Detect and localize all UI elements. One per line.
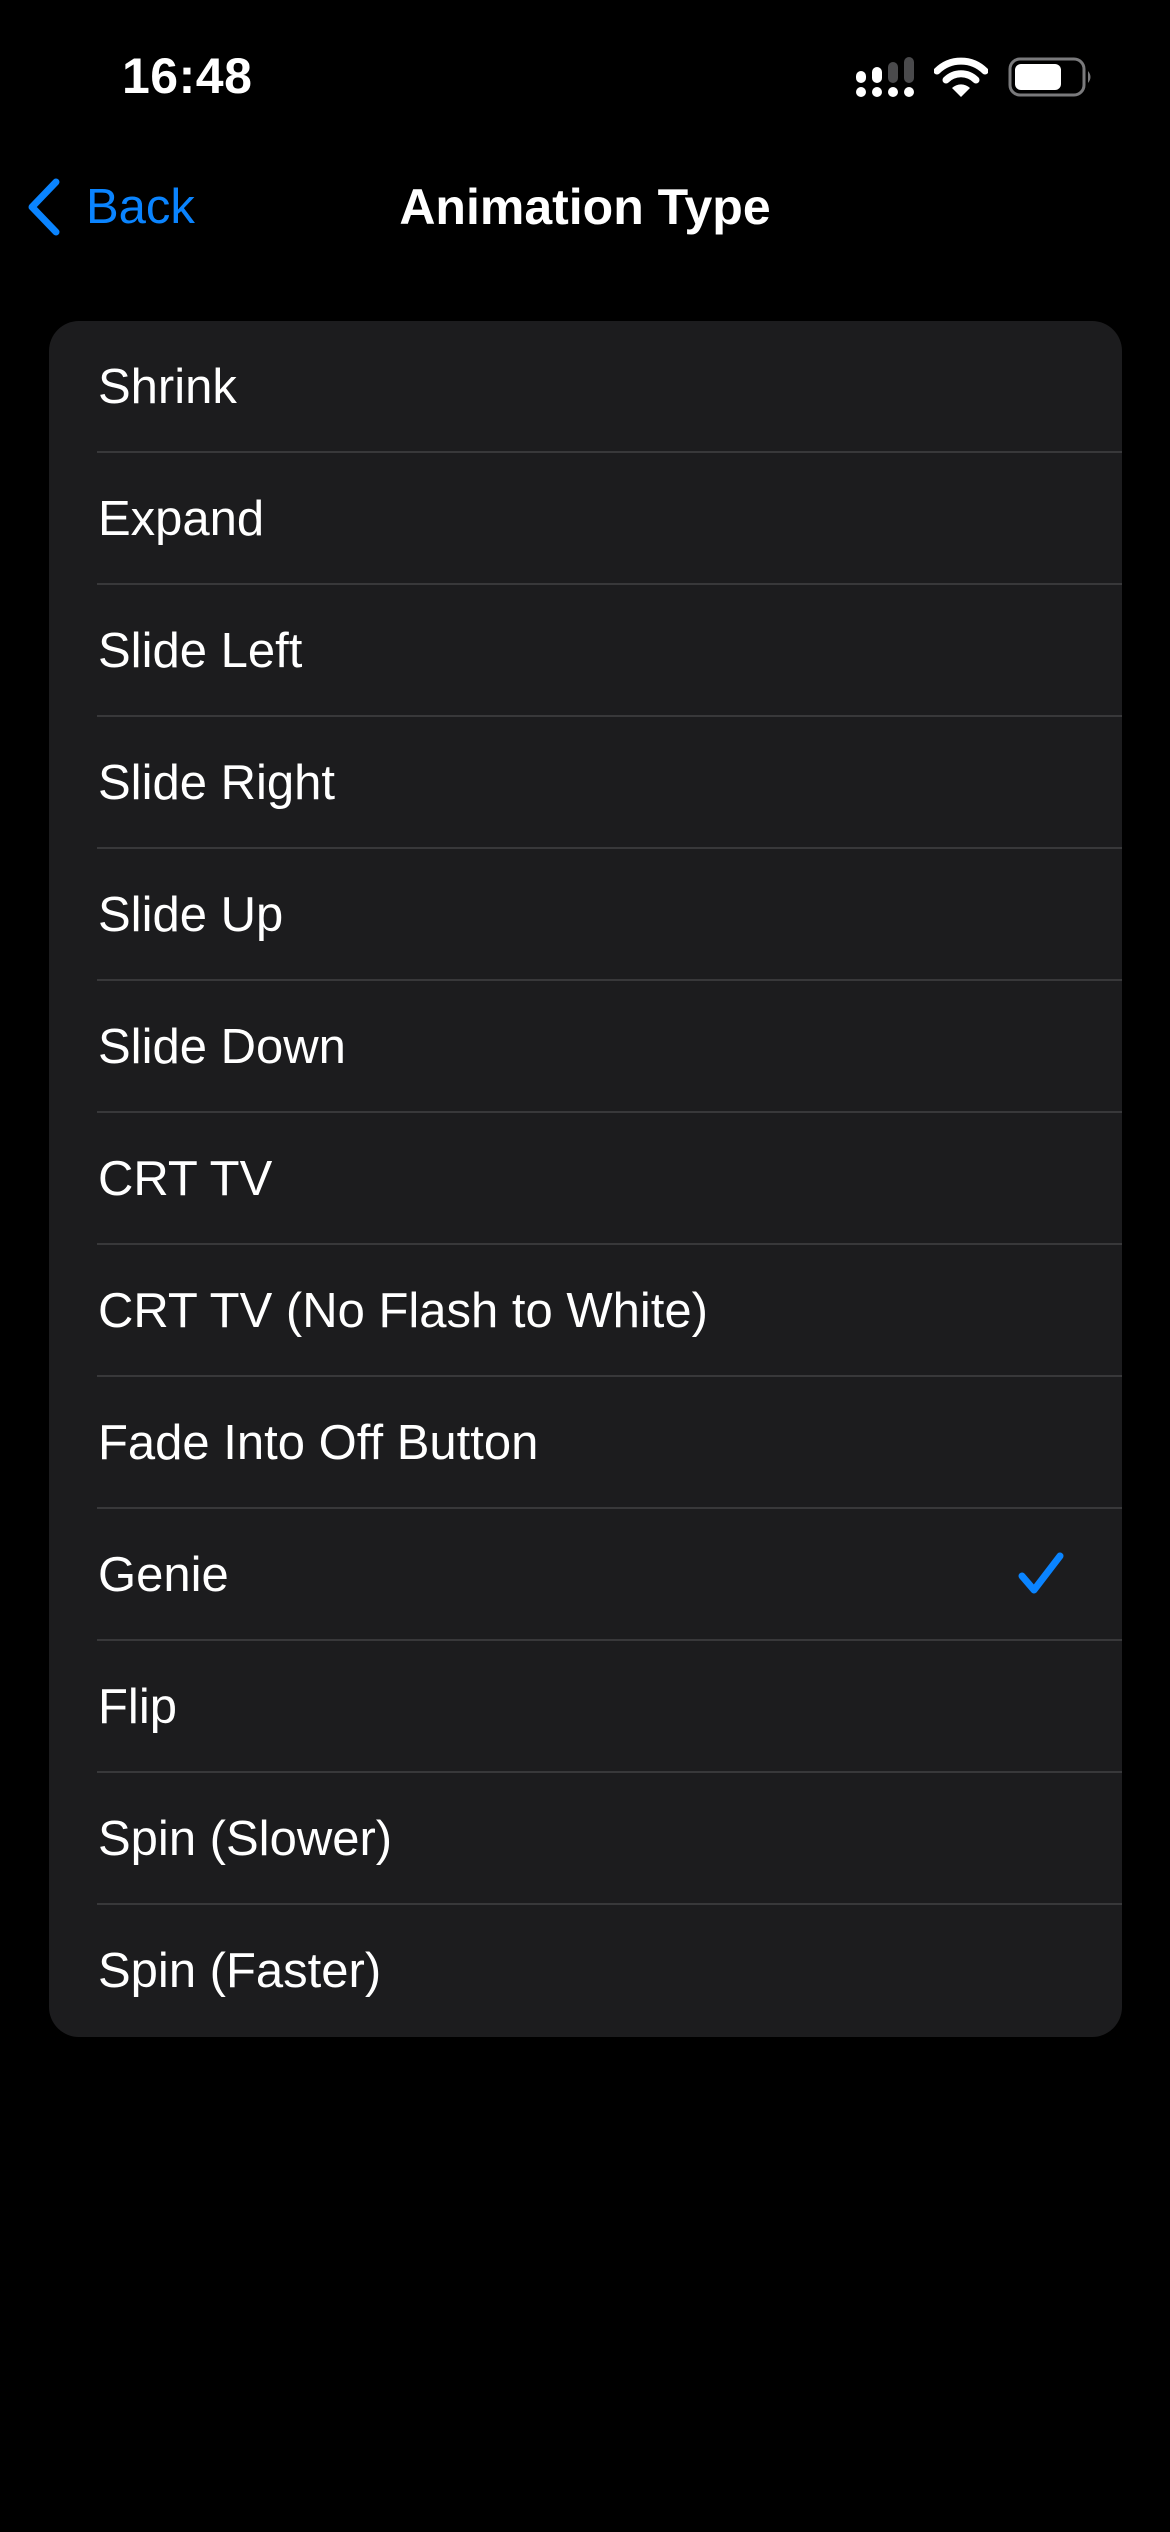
option-row-slide-left[interactable]: Slide Left [49,585,1122,717]
signal-dot-1 [856,87,866,97]
signal-dot-2 [872,87,882,97]
chevron-left-icon [28,178,60,236]
battery-icon [1008,57,1091,97]
option-row-slide-down[interactable]: Slide Down [49,981,1122,1113]
option-row-spin-slower[interactable]: Spin (Slower) [49,1773,1122,1905]
back-button[interactable]: Back [24,175,195,239]
signal-bar-2 [872,67,882,83]
option-label: Slide Right [98,756,335,810]
option-label: CRT TV (No Flash to White) [98,1284,708,1338]
option-label: Flip [98,1680,177,1734]
option-label: Genie [98,1548,229,1602]
option-row-crt-tv[interactable]: CRT TV [49,1113,1122,1245]
animation-type-list: Shrink Expand Slide Left Slide Right Sli… [49,321,1122,2037]
status-time: 16:48 [122,48,253,104]
option-label: CRT TV [98,1152,273,1206]
option-label: Fade Into Off Button [98,1416,539,1470]
option-row-genie[interactable]: Genie [49,1509,1122,1641]
option-label: Slide Left [98,624,303,678]
option-row-slide-up[interactable]: Slide Up [49,849,1122,981]
option-row-spin-faster[interactable]: Spin (Faster) [49,1905,1122,2037]
navigation-bar: Animation Type Back [0,150,1170,265]
option-row-crt-tv-no-flash-to-white[interactable]: CRT TV (No Flash to White) [49,1245,1122,1377]
option-row-slide-right[interactable]: Slide Right [49,717,1122,849]
signal-bar-1 [856,71,866,83]
option-row-shrink[interactable]: Shrink [49,321,1122,453]
signal-dot-3 [888,87,898,97]
option-row-flip[interactable]: Flip [49,1641,1122,1773]
signal-dot-4 [904,87,914,97]
cellular-signal-icon [856,57,914,97]
option-label: Shrink [98,360,237,414]
option-label: Slide Up [98,888,284,942]
signal-bar-4 [904,57,914,83]
wifi-icon [934,57,988,97]
status-bar: 16:48 [0,0,1170,150]
option-label: Slide Down [98,1020,346,1074]
option-label: Expand [98,492,265,546]
option-row-fade-into-off-button[interactable]: Fade Into Off Button [49,1377,1122,1509]
back-label: Back [86,180,195,234]
option-label: Spin (Slower) [98,1812,393,1866]
option-label: Spin (Faster) [98,1944,382,1998]
battery-fill [1015,64,1061,90]
option-row-expand[interactable]: Expand [49,453,1122,585]
signal-bar-3 [888,62,898,83]
checkmark-icon [1018,1552,1064,1594]
